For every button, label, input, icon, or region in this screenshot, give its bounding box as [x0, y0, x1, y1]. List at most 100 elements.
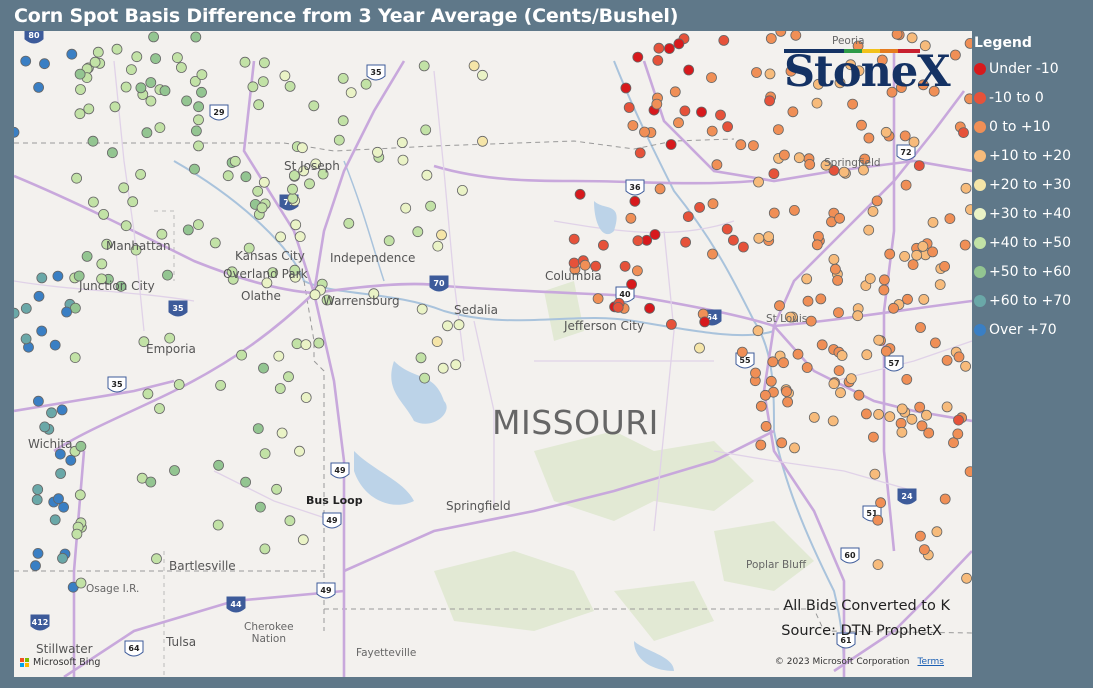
basis-point[interactable]: [778, 357, 789, 369]
basis-point[interactable]: [193, 140, 204, 152]
basis-point[interactable]: [652, 54, 664, 66]
basis-point[interactable]: [765, 33, 777, 44]
basis-point[interactable]: [118, 182, 130, 194]
basis-point[interactable]: [835, 387, 846, 399]
basis-point[interactable]: [61, 306, 72, 318]
basis-point[interactable]: [815, 293, 827, 305]
basis-point[interactable]: [56, 404, 68, 416]
basis-point[interactable]: [612, 301, 624, 313]
basis-point[interactable]: [906, 32, 918, 44]
basis-point[interactable]: [283, 371, 294, 383]
basis-point[interactable]: [372, 146, 383, 158]
basis-point[interactable]: [88, 196, 99, 208]
basis-point[interactable]: [634, 147, 646, 159]
basis-point[interactable]: [477, 135, 488, 147]
basis-point[interactable]: [36, 272, 48, 284]
basis-point[interactable]: [190, 31, 202, 43]
basis-point[interactable]: [939, 493, 951, 505]
basis-point[interactable]: [432, 240, 444, 252]
basis-point[interactable]: [861, 408, 872, 420]
basis-point[interactable]: [568, 257, 580, 269]
basis-point[interactable]: [96, 258, 108, 270]
basis-point[interactable]: [291, 338, 303, 350]
basis-point[interactable]: [14, 307, 20, 319]
basis-point[interactable]: [880, 126, 892, 138]
basis-point[interactable]: [425, 200, 437, 212]
basis-point[interactable]: [279, 70, 291, 82]
basis-point[interactable]: [55, 468, 66, 479]
basis-point[interactable]: [952, 428, 964, 440]
basis-point[interactable]: [421, 169, 433, 181]
basis-point[interactable]: [304, 178, 315, 190]
basis-point[interactable]: [345, 87, 357, 98]
basis-point[interactable]: [738, 241, 749, 253]
basis-point[interactable]: [694, 201, 705, 213]
basis-point[interactable]: [33, 290, 45, 302]
basis-point[interactable]: [867, 205, 879, 217]
basis-point[interactable]: [718, 34, 730, 46]
basis-point[interactable]: [899, 250, 910, 262]
basis-point[interactable]: [337, 73, 349, 84]
basis-point[interactable]: [193, 114, 204, 126]
basis-point[interactable]: [592, 293, 604, 305]
basis-point[interactable]: [196, 86, 207, 98]
basis-point[interactable]: [20, 55, 32, 67]
basis-point[interactable]: [789, 442, 800, 454]
basis-point[interactable]: [450, 359, 462, 371]
basis-point[interactable]: [629, 195, 641, 207]
basis-point[interactable]: [252, 185, 264, 197]
basis-point[interactable]: [673, 38, 685, 50]
basis-point[interactable]: [832, 274, 843, 286]
basis-point[interactable]: [964, 466, 972, 477]
basis-point[interactable]: [789, 204, 800, 216]
basis-point[interactable]: [649, 229, 661, 240]
basis-point[interactable]: [300, 339, 312, 351]
basis-point[interactable]: [836, 350, 848, 361]
basis-point[interactable]: [915, 322, 926, 333]
basis-point[interactable]: [148, 31, 160, 43]
basis-point[interactable]: [965, 204, 973, 215]
basis-point[interactable]: [437, 362, 449, 374]
basis-point[interactable]: [767, 356, 779, 368]
basis-point[interactable]: [755, 400, 767, 412]
basis-point[interactable]: [111, 43, 123, 55]
basis-point[interactable]: [804, 158, 816, 170]
basis-point[interactable]: [20, 302, 32, 314]
basis-point[interactable]: [679, 105, 691, 117]
basis-point[interactable]: [939, 260, 950, 272]
basis-point[interactable]: [665, 139, 677, 150]
basis-point[interactable]: [632, 51, 644, 63]
basis-point[interactable]: [699, 316, 711, 328]
basis-point[interactable]: [598, 239, 609, 251]
basis-point[interactable]: [736, 346, 748, 358]
map-canvas[interactable]: 80 35 29 71 36 72 70 35 40 64 55 57 35 49 49 24 51 60 44 49…: [14, 31, 972, 677]
basis-point[interactable]: [436, 229, 447, 241]
basis-point[interactable]: [296, 142, 308, 154]
basis-point[interactable]: [899, 130, 911, 142]
basis-point[interactable]: [284, 81, 296, 92]
basis-point[interactable]: [131, 51, 143, 63]
basis-point[interactable]: [83, 103, 95, 115]
basis-point[interactable]: [343, 217, 355, 229]
basis-point[interactable]: [240, 476, 252, 488]
basis-point[interactable]: [834, 212, 845, 224]
basis-point[interactable]: [913, 160, 925, 172]
basis-point[interactable]: [960, 360, 971, 372]
basis-point[interactable]: [934, 279, 946, 291]
basis-point[interactable]: [196, 69, 208, 80]
basis-point[interactable]: [258, 57, 270, 69]
basis-point[interactable]: [189, 163, 200, 175]
basis-point[interactable]: [456, 184, 468, 196]
basis-point[interactable]: [209, 237, 221, 249]
basis-point[interactable]: [781, 386, 792, 397]
basis-point[interactable]: [793, 152, 805, 164]
basis-point[interactable]: [126, 64, 137, 75]
basis-point[interactable]: [753, 232, 765, 244]
basis-point[interactable]: [623, 102, 635, 113]
basis-point[interactable]: [74, 108, 86, 120]
basis-point[interactable]: [775, 31, 787, 37]
basis-point[interactable]: [944, 213, 956, 225]
basis-point[interactable]: [722, 121, 733, 133]
basis-point[interactable]: [918, 293, 930, 305]
basis-point[interactable]: [259, 448, 271, 460]
